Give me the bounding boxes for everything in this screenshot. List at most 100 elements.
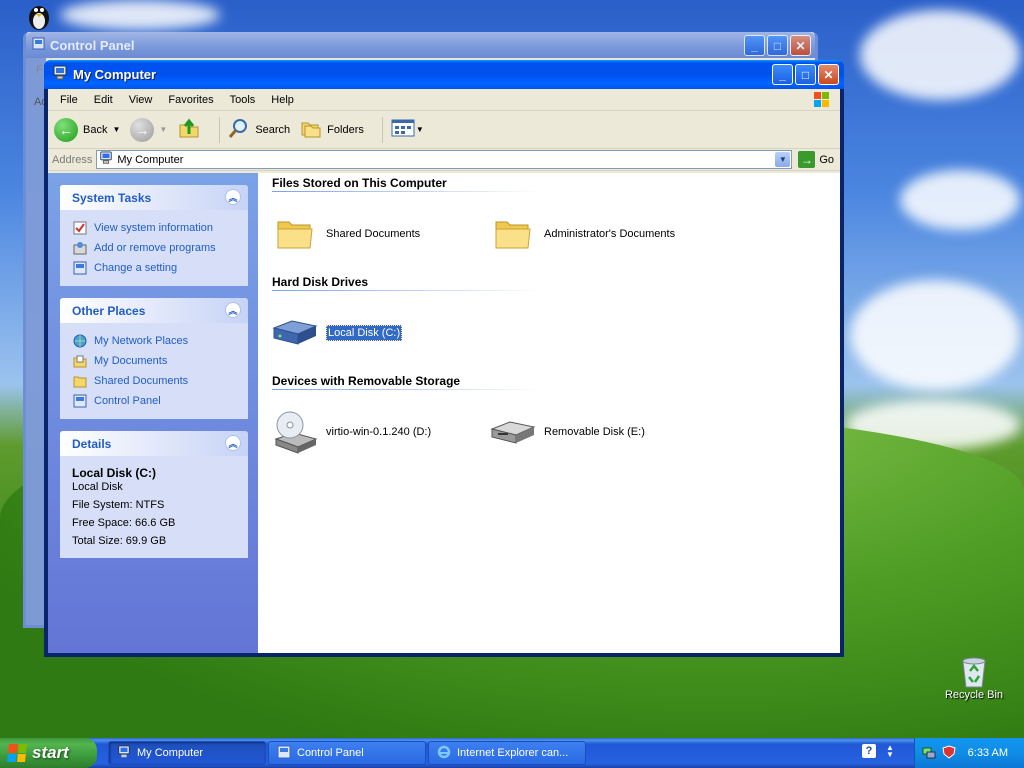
collapse-chevron-icon[interactable]: ︽ bbox=[225, 302, 241, 318]
views-dropdown-icon: ▼ bbox=[415, 125, 424, 134]
control-panel-titlebar[interactable]: Control Panel _ □ ✕ bbox=[26, 32, 815, 58]
menu-favorites[interactable]: Favorites bbox=[160, 94, 221, 106]
item-label: Shared Documents bbox=[326, 228, 421, 240]
administrators-documents-item[interactable]: Administrator's Documents bbox=[490, 211, 708, 257]
forward-button[interactable]: → ▼ bbox=[130, 117, 167, 142]
group-row: virtio-win-0.1.240 (D:) Removable Disk (… bbox=[272, 391, 840, 473]
control-panel-icon bbox=[72, 260, 88, 276]
collapse-chevron-icon[interactable]: ︽ bbox=[225, 435, 241, 451]
start-button[interactable]: start bbox=[0, 738, 97, 768]
details-title: Details bbox=[72, 436, 112, 451]
task-label: Control Panel bbox=[297, 747, 364, 759]
details-header[interactable]: Details ︽ bbox=[60, 431, 248, 456]
task-label: My Computer bbox=[137, 747, 204, 759]
security-shield-icon[interactable] bbox=[942, 744, 956, 762]
window-body: System Tasks ︽ View system information A… bbox=[48, 173, 840, 653]
menu-help[interactable]: Help bbox=[263, 94, 302, 106]
folder-icon bbox=[72, 373, 88, 389]
maximize-button[interactable]: □ bbox=[767, 35, 788, 56]
taskbar-button-my-computer[interactable]: My Computer bbox=[108, 741, 266, 765]
group-header: Hard Disk Drives bbox=[272, 275, 542, 292]
taskbar: start My Computer Control Panel Internet… bbox=[0, 738, 1024, 768]
folder-icon bbox=[490, 211, 536, 257]
task-pane: System Tasks ︽ View system information A… bbox=[48, 173, 258, 653]
collapse-chevron-icon[interactable]: ︽ bbox=[225, 189, 241, 205]
back-dropdown-icon[interactable]: ▼ bbox=[112, 125, 120, 134]
recycle-bin-desktop-icon[interactable]: Recycle Bin bbox=[938, 655, 1010, 701]
place-label: Control Panel bbox=[94, 395, 161, 407]
scroll-arrows-icon[interactable]: ▲ ▼ bbox=[886, 744, 894, 759]
other-places-panel: Other Places ︽ My Network Places My Docu… bbox=[60, 298, 248, 419]
start-label: start bbox=[32, 743, 69, 762]
cd-drive-d-item[interactable]: virtio-win-0.1.240 (D:) bbox=[272, 409, 490, 455]
item-label-selected: Local Disk (C:) bbox=[326, 325, 403, 341]
close-button[interactable]: ✕ bbox=[790, 35, 811, 56]
details-total-size: Total Size: 69.9 GB bbox=[72, 535, 167, 547]
address-label: Address bbox=[52, 153, 93, 166]
recycle-bin-label: Recycle Bin bbox=[944, 689, 1004, 701]
my-documents-icon bbox=[72, 353, 88, 369]
details-file-system: File System: NTFS bbox=[72, 499, 165, 511]
system-info-icon bbox=[72, 220, 88, 236]
change-a-setting-link[interactable]: Change a setting bbox=[72, 258, 242, 278]
shared-documents-link[interactable]: Shared Documents bbox=[72, 371, 242, 391]
control-panel-icon bbox=[72, 393, 88, 409]
views-button[interactable]: ▼ bbox=[391, 118, 424, 141]
up-button[interactable] bbox=[177, 116, 201, 143]
menu-view[interactable]: View bbox=[121, 94, 161, 106]
go-button[interactable]: → Go bbox=[792, 151, 840, 168]
back-button[interactable]: ← Back ▼ bbox=[54, 117, 120, 142]
minimize-button[interactable]: _ bbox=[772, 64, 793, 85]
folder-icon bbox=[272, 211, 318, 257]
clock[interactable]: 6:33 AM bbox=[968, 747, 1008, 759]
my-network-places-link[interactable]: My Network Places bbox=[72, 331, 242, 351]
address-input[interactable]: My Computer ▼ bbox=[96, 150, 793, 169]
windows-flag-icon bbox=[812, 90, 832, 110]
group-header: Files Stored on This Computer bbox=[272, 176, 542, 193]
control-panel-side-strip: F Ad bbox=[26, 58, 47, 625]
window-frame: File Edit View Favorites Tools Help ← Ba… bbox=[48, 89, 840, 653]
removable-disk-e-item[interactable]: Removable Disk (E:) bbox=[490, 409, 708, 455]
add-remove-icon bbox=[72, 240, 88, 256]
control-panel-link[interactable]: Control Panel bbox=[72, 391, 242, 411]
forward-dropdown-icon[interactable]: ▼ bbox=[159, 125, 167, 134]
views-icon bbox=[391, 118, 415, 141]
network-tray-icon[interactable] bbox=[922, 745, 936, 762]
search-button[interactable]: Search bbox=[228, 117, 290, 142]
tux-penguin-icon bbox=[26, 2, 52, 30]
folders-button[interactable]: Folders bbox=[300, 117, 364, 142]
other-places-header[interactable]: Other Places ︽ bbox=[60, 298, 248, 323]
maximize-button[interactable]: □ bbox=[795, 64, 816, 85]
menu-edit[interactable]: Edit bbox=[86, 94, 121, 106]
address-bar: Address My Computer ▼ → Go bbox=[48, 149, 840, 171]
place-label: Shared Documents bbox=[94, 375, 189, 387]
internet-explorer-icon bbox=[437, 745, 451, 762]
cd-drive-icon bbox=[272, 409, 318, 455]
details-type: Local Disk bbox=[72, 481, 123, 493]
group-header: Devices with Removable Storage bbox=[272, 374, 542, 391]
removable-disk-icon bbox=[490, 409, 536, 455]
view-system-information-link[interactable]: View system information bbox=[72, 218, 242, 238]
help-icon[interactable]: ? bbox=[862, 744, 876, 758]
menu-tools[interactable]: Tools bbox=[222, 94, 264, 106]
go-label: Go bbox=[819, 153, 834, 166]
my-computer-icon bbox=[99, 151, 113, 168]
menu-file[interactable]: File bbox=[52, 94, 86, 106]
control-panel-title: Control Panel bbox=[50, 37, 135, 53]
address-dropdown-icon[interactable]: ▼ bbox=[775, 152, 791, 167]
my-computer-titlebar[interactable]: My Computer _ □ ✕ bbox=[44, 60, 844, 89]
add-remove-programs-link[interactable]: Add or remove programs bbox=[72, 238, 242, 258]
details-panel: Details ︽ Local Disk (C:) Local Disk Fil… bbox=[60, 431, 248, 558]
cloud bbox=[850, 280, 1020, 390]
task-label: Change a setting bbox=[94, 262, 178, 274]
local-disk-c-item[interactable]: Local Disk (C:) bbox=[272, 310, 490, 356]
shared-documents-item[interactable]: Shared Documents bbox=[272, 211, 490, 257]
minimize-button[interactable]: _ bbox=[744, 35, 765, 56]
close-button[interactable]: ✕ bbox=[818, 64, 839, 85]
standard-toolbar: ← Back ▼ → ▼ Search Folders ▼ bbox=[48, 111, 840, 149]
taskbar-button-control-panel[interactable]: Control Panel bbox=[268, 741, 426, 765]
my-documents-link[interactable]: My Documents bbox=[72, 351, 242, 371]
taskbar-button-internet-explorer[interactable]: Internet Explorer can... bbox=[428, 741, 586, 765]
my-computer-window[interactable]: My Computer _ □ ✕ File Edit View Favorit… bbox=[44, 60, 844, 657]
system-tasks-header[interactable]: System Tasks ︽ bbox=[60, 185, 248, 210]
